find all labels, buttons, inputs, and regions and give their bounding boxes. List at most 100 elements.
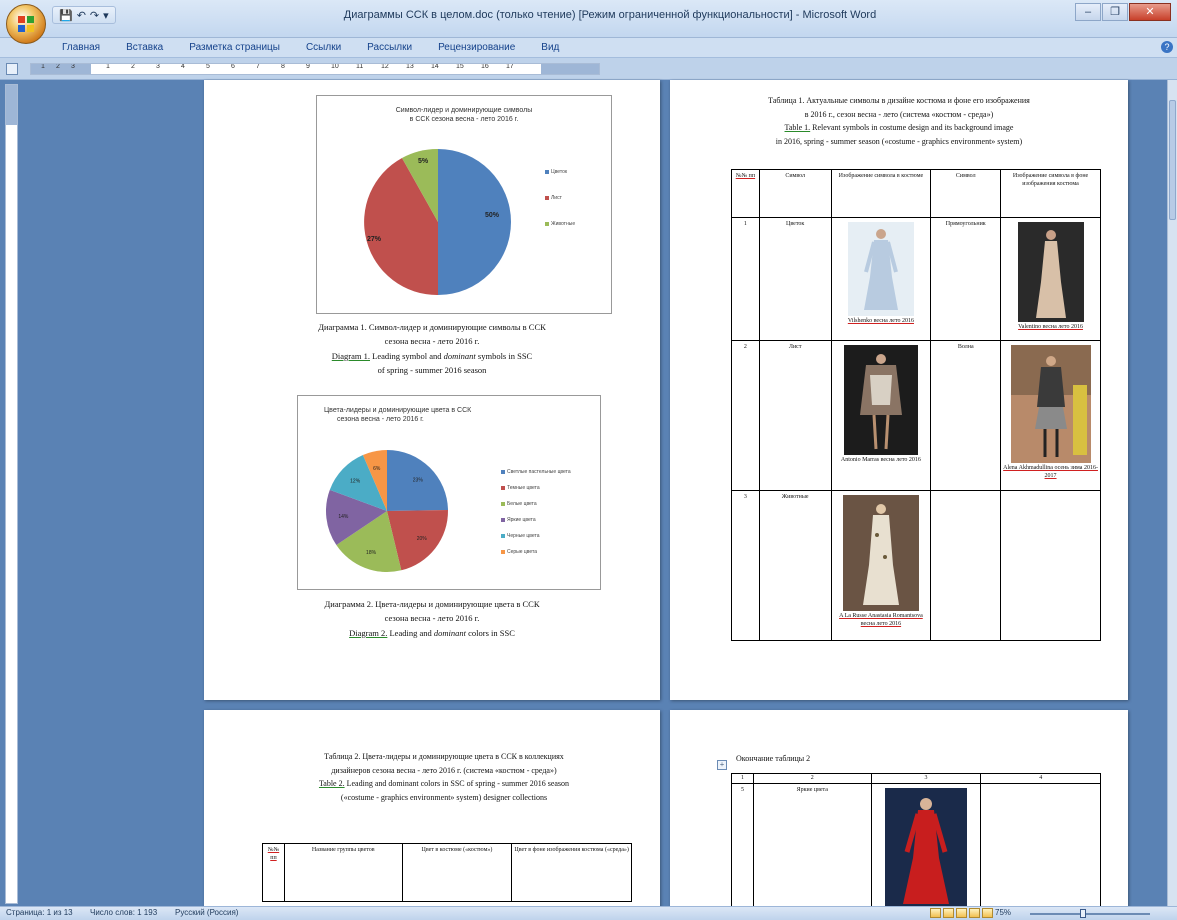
tab-insert[interactable]: Вставка xyxy=(126,42,163,53)
tab-home[interactable]: Главная xyxy=(62,42,100,53)
draft-view-icon[interactable] xyxy=(982,908,993,918)
view-buttons xyxy=(930,908,993,918)
ruler-number: 12 xyxy=(381,63,389,70)
ruler-number: 15 xyxy=(456,63,464,70)
data-label: 50% xyxy=(485,212,500,219)
costume-photo xyxy=(884,788,967,906)
table-header-cell: Цвет в костюме («костюм») xyxy=(401,843,513,902)
table-header-cell: №№ пп xyxy=(735,173,756,179)
table-header-cell: Изображение символа в фоне изображения к… xyxy=(1000,169,1101,218)
ruler-number: 9 xyxy=(306,63,310,70)
redo-icon[interactable]: ↷ xyxy=(90,9,99,22)
ruler-number: 1 xyxy=(41,63,45,70)
vertical-scrollbar[interactable] xyxy=(1167,80,1177,906)
web-layout-view-icon[interactable] xyxy=(956,908,967,918)
tab-references[interactable]: Ссылки xyxy=(306,42,341,53)
legend-item: Черные цвета xyxy=(501,533,540,539)
data-label: 18% xyxy=(366,550,377,556)
print-layout-view-icon[interactable] xyxy=(930,908,941,918)
ribbon-tabs: Главная Вставка Разметка страницы Ссылки… xyxy=(0,38,1177,58)
office-logo-icon xyxy=(18,16,35,33)
ruler-number: 2 xyxy=(56,63,60,70)
pie-slice-flower xyxy=(438,149,511,295)
document-page-2[interactable]: Таблица 1. Актуальные символы в дизайне … xyxy=(670,80,1128,700)
tab-page-layout[interactable]: Разметка страницы xyxy=(189,42,280,53)
help-icon[interactable]: ? xyxy=(1161,41,1173,53)
ruler-number: 17 xyxy=(506,63,514,70)
office-button[interactable] xyxy=(6,4,46,44)
ruler-number: 4 xyxy=(181,63,185,70)
data-label: 27% xyxy=(367,236,382,243)
table-row: 2 Лист Antonio Marras весна лето 2016 Во… xyxy=(731,340,1101,491)
table-1: №№ пп Символ Изображение символа в костю… xyxy=(731,169,1101,641)
zoom-level[interactable]: 75% xyxy=(995,908,1011,917)
chart-symbols[interactable]: Символ-лидер и доминирующие символы в СС… xyxy=(316,95,612,314)
ruler-bar: 1 2 3 1 2 3 4 5 6 7 8 9 10 11 12 13 14 1… xyxy=(0,58,1177,80)
save-icon[interactable]: 💾 xyxy=(59,9,73,22)
restore-button[interactable]: ❐ xyxy=(1102,3,1128,21)
table-2-continued: 1 2 3 4 5 Яркие цвета xyxy=(731,773,1101,910)
costume-photo xyxy=(843,345,918,455)
ruler-number: 3 xyxy=(156,63,160,70)
horizontal-ruler[interactable]: 1 2 3 1 2 3 4 5 6 7 8 9 10 11 12 13 14 1… xyxy=(30,63,600,75)
outline-view-icon[interactable] xyxy=(969,908,980,918)
table-2-title: Таблица 2. Цвета-лидеры и доминирующие ц… xyxy=(318,752,570,802)
ruler-number: 11 xyxy=(356,63,364,70)
costume-photo xyxy=(842,495,919,611)
table-header-cell: Изображение символа в костюме xyxy=(830,169,932,218)
vertical-ruler[interactable] xyxy=(5,84,18,904)
ruler-number: 2 xyxy=(131,63,135,70)
table-header-cell: Название группы цветов xyxy=(283,843,403,902)
legend-item: Темные цвета xyxy=(501,485,540,491)
document-page-4[interactable]: + Окончание таблицы 2 1 2 3 4 5 Яркие цв… xyxy=(670,710,1128,910)
close-button[interactable]: ✕ xyxy=(1129,3,1171,21)
tab-view[interactable]: Вид xyxy=(541,42,559,53)
table-header-cell: Цвет в фоне изображения костюма («среда»… xyxy=(511,843,632,902)
legend-item: Лист xyxy=(545,195,562,201)
scrollbar-thumb[interactable] xyxy=(1169,100,1176,220)
pie-chart-2: 23% 20% 18% 14% 12% 6% xyxy=(326,450,448,572)
undo-icon[interactable]: ↶ xyxy=(77,9,86,22)
table-move-handle-icon[interactable]: + xyxy=(717,760,727,770)
table-row: 5 Яркие цвета xyxy=(731,783,1101,910)
window-controls: – ❐ ✕ xyxy=(1075,3,1171,21)
table-1-title: Таблица 1. Актуальные символы в дизайне … xyxy=(768,96,1030,146)
table-header-cell: Символ xyxy=(930,169,1002,218)
document-page-3[interactable]: Таблица 2. Цвета-лидеры и доминирующие ц… xyxy=(204,710,660,910)
zoom-slider-track[interactable] xyxy=(1030,913,1150,915)
data-label: 14% xyxy=(338,514,349,520)
status-page[interactable]: Страница: 1 из 13 xyxy=(6,908,73,917)
zoom-slider-handle[interactable] xyxy=(1080,909,1086,918)
tab-review[interactable]: Рецензирование xyxy=(438,42,515,53)
chart-colors[interactable]: Цвета-лидеры и доминирующие цвета в ССК … xyxy=(297,395,601,590)
full-screen-view-icon[interactable] xyxy=(943,908,954,918)
table-header-cell: №№ пп xyxy=(267,847,280,862)
legend-item: Яркие цвета xyxy=(501,517,536,523)
ruler-number: 1 xyxy=(106,63,110,70)
status-language[interactable]: Русский (Россия) xyxy=(175,908,238,917)
ruler-number: 6 xyxy=(231,63,235,70)
ruler-number: 3 xyxy=(71,63,75,70)
legend-item: Белые цвета xyxy=(501,501,537,507)
legend-item: Светлые пастельные цвета xyxy=(501,469,571,475)
table-row: 1 Цветок Vilshenko весна лето 2016 Прямо… xyxy=(731,217,1101,341)
data-label: 6% xyxy=(373,466,381,472)
legend-item: Животные xyxy=(545,221,575,227)
ruler-number: 16 xyxy=(481,63,489,70)
qat-more-icon[interactable]: ▾ xyxy=(103,9,109,22)
costume-photo xyxy=(1017,222,1084,322)
minimize-button[interactable]: – xyxy=(1075,3,1101,21)
tab-selector-button[interactable] xyxy=(6,63,18,75)
pie-chart-1: 50% 27% 5% xyxy=(364,148,511,296)
data-label: 5% xyxy=(418,158,429,165)
caption-diagram-1: Диаграмма 1. Символ-лидер и доминирующие… xyxy=(318,322,546,376)
ruler-number: 7 xyxy=(256,63,260,70)
costume-photo xyxy=(1010,345,1091,463)
costume-photo xyxy=(847,222,914,316)
tab-mailings[interactable]: Рассылки xyxy=(367,42,412,53)
table-continuation-title: Окончание таблицы 2 xyxy=(736,754,811,763)
ruler-number: 14 xyxy=(431,63,439,70)
status-word-count[interactable]: Число слов: 1 193 xyxy=(90,908,157,917)
table-2: №№ пп Название группы цветов Цвет в кост… xyxy=(262,843,632,902)
document-page-1[interactable]: Символ-лидер и доминирующие символы в СС… xyxy=(204,80,660,700)
